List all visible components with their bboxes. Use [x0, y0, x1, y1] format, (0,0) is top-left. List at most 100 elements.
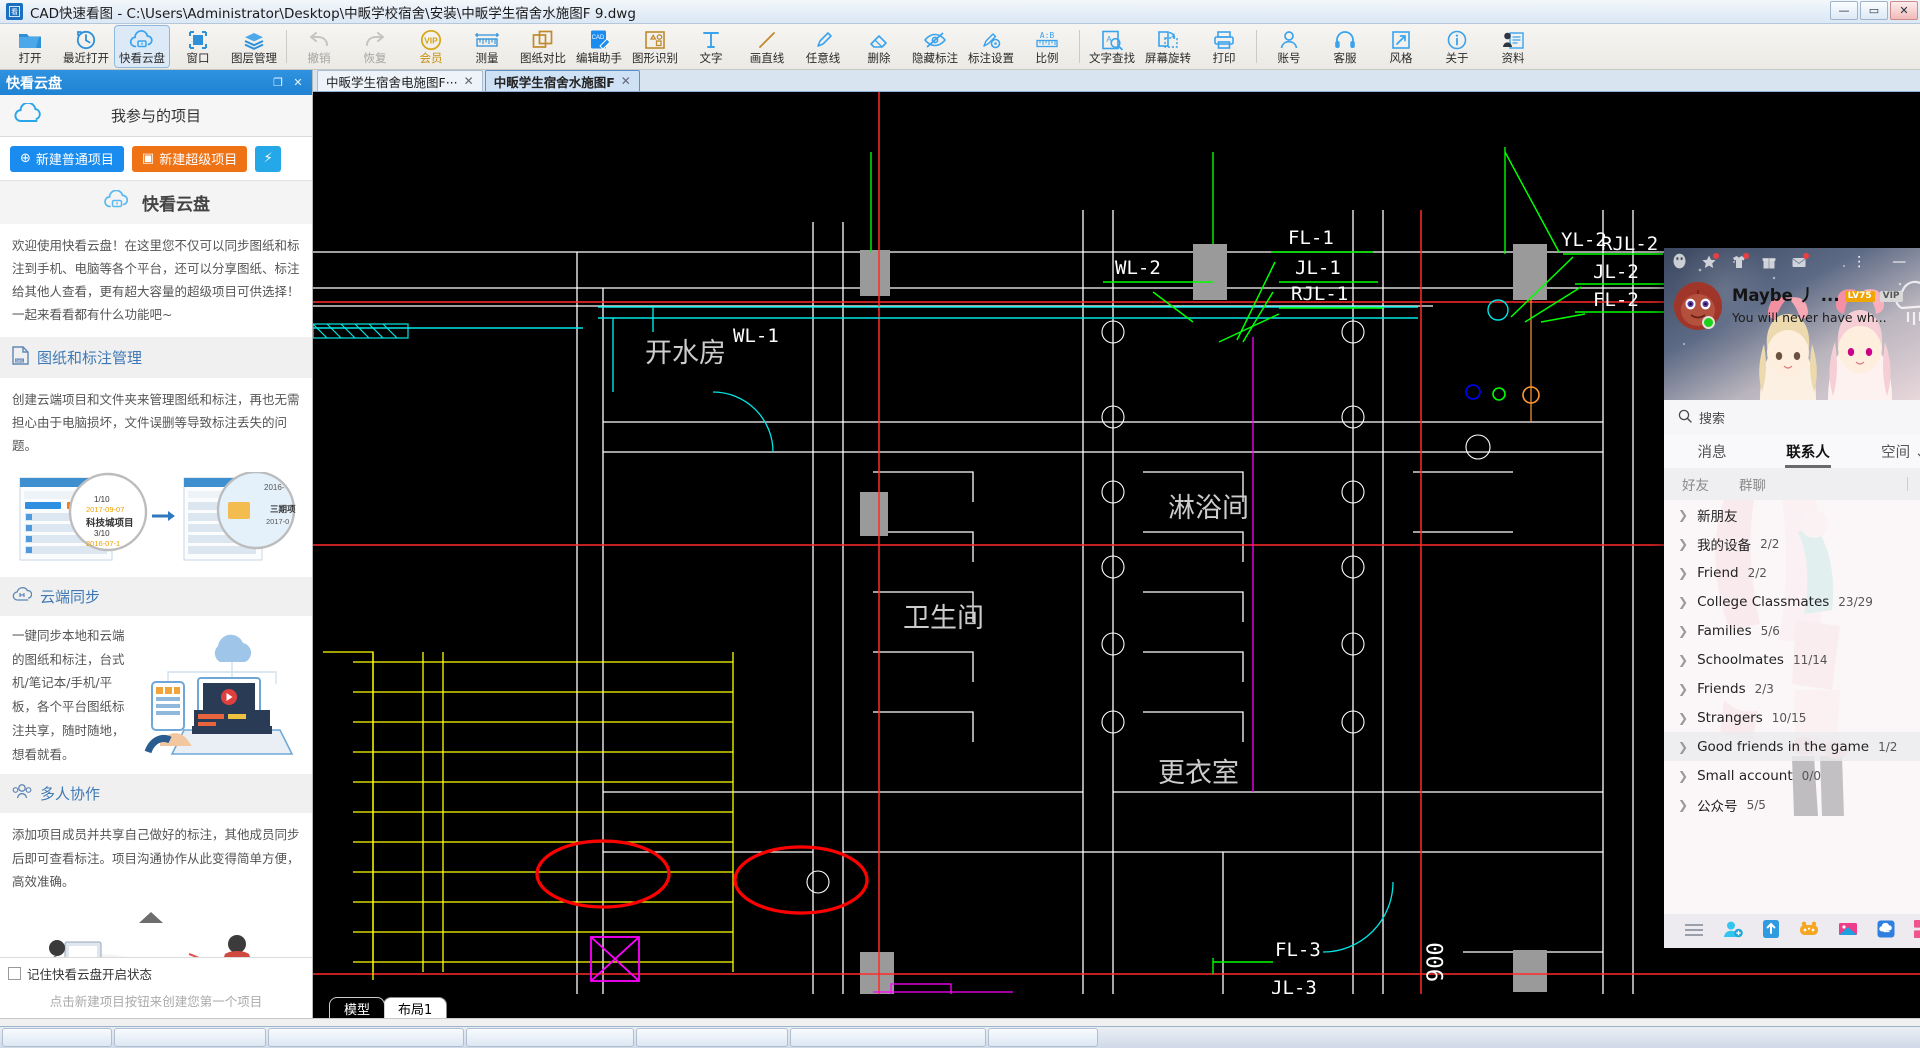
- shirt-icon[interactable]: [1731, 253, 1749, 270]
- toolbar-button-shape-recognize[interactable]: 图形识别: [627, 24, 683, 69]
- minimize-button[interactable]: —: [1830, 1, 1858, 20]
- document-tab-electrical[interactable]: 中畈学生宿舍电施图F··· ✕: [317, 70, 483, 91]
- toolbar-button-scale[interactable]: A:B 比例: [1019, 24, 1075, 69]
- layout-tab[interactable]: 布局1: [383, 997, 448, 1018]
- toolbar-button-measure[interactable]: 测量: [459, 24, 515, 69]
- qq-more-icon[interactable]: ⋮: [1852, 254, 1866, 270]
- subtab-groups[interactable]: 群聊: [1739, 474, 1766, 494]
- contact-group-row[interactable]: ❯ Strangers 10/15: [1664, 703, 1920, 732]
- taskbar-item[interactable]: [268, 1028, 464, 1047]
- toolbar-button-hide-annotation[interactable]: 隐藏标注: [907, 24, 963, 69]
- toolbar-button-annotation-settings[interactable]: 标注设置: [963, 24, 1019, 69]
- tab-zone[interactable]: 空间 ⌄: [1856, 441, 1920, 462]
- app-grid-icon[interactable]: [1914, 920, 1920, 942]
- remember-state-checkbox-row[interactable]: 记住快看云盘开启状态: [8, 964, 304, 983]
- taskbar-item[interactable]: [2, 1028, 112, 1047]
- app-logo-icon: 看: [6, 3, 23, 20]
- intro-text: 欢迎使用快看云盘！在这里您不仅可以同步图纸和标注到手机、电脑等各个平台，还可以分…: [12, 238, 300, 323]
- screenshot-icon[interactable]: [1838, 921, 1858, 942]
- sidebar-scroll-area[interactable]: 快看云盘 欢迎使用快看云盘！在这里您不仅可以同步图纸和标注到手机、电脑等各个平台…: [0, 181, 312, 957]
- toolbar-button-recent[interactable]: 最近打开: [58, 24, 114, 69]
- group-count: 2/2: [1747, 565, 1767, 580]
- dwg-file-icon: DWG: [12, 345, 29, 369]
- toolbar-button-account[interactable]: 账号: [1261, 24, 1317, 69]
- mail-icon[interactable]: [1791, 253, 1809, 270]
- taskbar-item[interactable]: [466, 1028, 634, 1047]
- menu-icon[interactable]: [1684, 922, 1704, 941]
- tab-messages[interactable]: 消息: [1664, 441, 1760, 462]
- contact-group-row[interactable]: ❯ Families 5/6: [1664, 616, 1920, 645]
- model-tab[interactable]: 模型: [329, 997, 386, 1018]
- contact-group-row[interactable]: ❯ Small account 0/0: [1664, 761, 1920, 790]
- tab-contacts[interactable]: 联系人: [1760, 441, 1856, 462]
- toolbar-button-text-search[interactable]: A 文字查找: [1084, 24, 1140, 69]
- section-title: 多人协作: [40, 785, 101, 804]
- contact-group-row[interactable]: ❯ Friend 2/2: [1664, 558, 1920, 587]
- toolbar-button-print[interactable]: 打印: [1196, 24, 1252, 69]
- toolbar-button-cloud[interactable]: 快看云盘: [114, 25, 170, 68]
- chevron-right-icon: ❯: [1678, 681, 1689, 696]
- close-button[interactable]: ✕: [1890, 1, 1918, 20]
- recent-clock-icon: [75, 29, 97, 51]
- qq-contact-list[interactable]: ❯ 新朋友 ❯ 我的设备 2/2 ❯ Friend 2/2 ❯ College Classm…: [1664, 500, 1920, 914]
- toolbar-button-freehand[interactable]: 任意线: [795, 24, 851, 69]
- refresh-button[interactable]: ⚡: [255, 145, 282, 172]
- toolbar-button-screen-rotate[interactable]: 屏幕旋转: [1140, 24, 1196, 69]
- toolbar-label: 最近打开: [63, 50, 109, 65]
- qq-floating-window[interactable]: ⋮ — ✕ Maybe 丿 ... LV75 VIP: [1664, 248, 1920, 948]
- toolbar-button-redo[interactable]: 恢复: [347, 24, 403, 69]
- toolbar-button-window[interactable]: 窗口: [170, 24, 226, 69]
- new-super-project-button[interactable]: ▣ 新建超级项目: [131, 145, 248, 172]
- taskbar-item[interactable]: [114, 1028, 266, 1047]
- subtab-friends[interactable]: 好友: [1682, 474, 1709, 494]
- contact-group-row[interactable]: ❯ 我的设备 2/2: [1664, 529, 1920, 558]
- toolbar-button-erase[interactable]: 删除: [851, 24, 907, 69]
- gift-icon[interactable]: [1761, 254, 1777, 270]
- taskbar-item[interactable]: [636, 1028, 788, 1047]
- title-bar: 看 CAD快速看图 - C:\Users\Administrator\Deskt…: [0, 0, 1920, 24]
- contact-group-row[interactable]: ❯ Friends 2/3: [1664, 674, 1920, 703]
- qq-search-bar[interactable]: 搜索: [1664, 400, 1920, 434]
- sidebar-restore-icon[interactable]: ❐: [270, 76, 286, 90]
- taskbar-item[interactable]: [790, 1028, 986, 1047]
- toolbar-button-vip[interactable]: VIP 会员: [403, 24, 459, 69]
- toolbar-button-support[interactable]: 客服: [1317, 24, 1373, 69]
- toolbar-button-materials[interactable]: 资料: [1485, 24, 1541, 69]
- contact-group-row[interactable]: ❯ Good friends in the game 1/2: [1664, 732, 1920, 761]
- toolbar-button-text[interactable]: 文字: [683, 24, 739, 69]
- toolbar-label: 编辑助手: [576, 50, 622, 65]
- maximize-button[interactable]: ▭: [1860, 1, 1888, 20]
- contact-group-row[interactable]: ❯ College Classmates 23/29: [1664, 587, 1920, 616]
- toolbar-button-compare[interactable]: 图纸对比: [515, 24, 571, 69]
- contact-group-row[interactable]: ❯ 公众号 5/5: [1664, 790, 1920, 819]
- qq-user-row[interactable]: Maybe 丿 ... LV75 VIP You will never have…: [1664, 276, 1920, 330]
- qq-minimize-icon[interactable]: —: [1892, 254, 1906, 270]
- add-friend-icon[interactable]: [1723, 920, 1743, 942]
- toolbar-button-about[interactable]: 关于: [1429, 24, 1485, 69]
- sidebar-project-header: 我参与的项目: [0, 95, 312, 137]
- contact-group-row[interactable]: ❯ 新朋友: [1664, 500, 1920, 529]
- cloud-icon: [102, 189, 132, 215]
- game-center-icon[interactable]: [1799, 921, 1819, 941]
- toolbar-button-line[interactable]: 画直线: [739, 24, 795, 69]
- cad-viewport[interactable]: 中畈学生宿舍电施图F··· ✕ 中畈学生宿舍水施图F ✕ 开水房 淋浴间 卫生间…: [313, 70, 1920, 1018]
- shape-recognize-icon: [644, 29, 666, 51]
- qq-penguin-icon[interactable]: [1672, 252, 1687, 273]
- toolbar-button-layers[interactable]: 图层管理: [226, 24, 282, 69]
- vip-icon: VIP: [420, 29, 442, 51]
- toolbar-button-undo[interactable]: 撤销: [291, 24, 347, 69]
- close-icon[interactable]: ✕: [464, 74, 474, 88]
- tim-doc-icon[interactable]: [1762, 919, 1780, 943]
- contact-group-row[interactable]: ❯ Schoolmates 11/14: [1664, 645, 1920, 674]
- close-icon[interactable]: ✕: [621, 74, 631, 88]
- taskbar-item[interactable]: [988, 1028, 1098, 1047]
- toolbar-button-style[interactable]: 风格: [1373, 24, 1429, 69]
- toolbar-button-edit-assistant[interactable]: CAD 编辑助手: [571, 24, 627, 69]
- sidebar-close-icon[interactable]: ✕: [290, 76, 306, 90]
- star-icon[interactable]: [1701, 253, 1719, 270]
- document-tab-water[interactable]: 中畈学生宿舍水施图F ✕: [484, 70, 640, 91]
- toolbar-button-open[interactable]: 打开: [2, 24, 58, 69]
- new-normal-project-button[interactable]: ⊕ 新建普通项目: [10, 145, 124, 172]
- weiyun-cloud-icon[interactable]: [1877, 920, 1895, 942]
- remember-state-checkbox[interactable]: [8, 967, 21, 980]
